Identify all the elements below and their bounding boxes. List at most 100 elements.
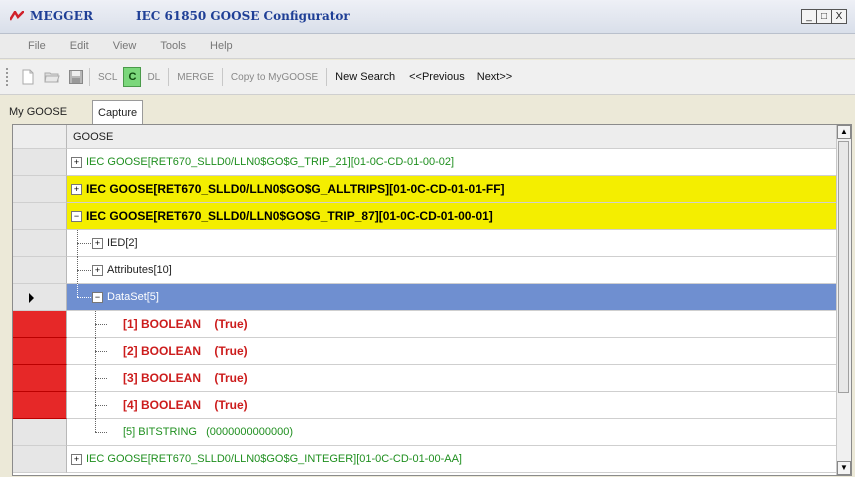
dataset-item-cell[interactable]: [1] BOOLEAN (True) (67, 311, 837, 338)
row-header[interactable] (13, 149, 67, 176)
close-button[interactable]: X (831, 9, 847, 24)
toolbar-separator (326, 68, 328, 86)
dataset-item-text: [5] BITSTRING (0000000000000) (123, 426, 293, 438)
row-header[interactable] (13, 257, 67, 284)
save-icon[interactable] (68, 69, 84, 85)
tree-node-cell[interactable]: − DataSet[5] (67, 284, 837, 311)
tree-node-label: IED[2] (107, 237, 138, 249)
dl-button[interactable]: DL (144, 72, 163, 83)
minimize-button[interactable]: _ (801, 9, 817, 24)
scroll-up-icon[interactable]: ▲ (837, 125, 851, 139)
expand-icon[interactable]: + (71, 183, 82, 195)
table-row[interactable]: [4] BOOLEAN (True) (13, 392, 837, 419)
dataset-item-cell[interactable]: [3] BOOLEAN (True) (67, 365, 837, 392)
table-row[interactable]: + IEC GOOSE[RET670_SLLD0/LLN0$GO$G_TRIP_… (13, 149, 837, 176)
toolbar-grip[interactable] (6, 68, 12, 86)
table-row[interactable]: [3] BOOLEAN (True) (13, 365, 837, 392)
merge-button[interactable]: MERGE (174, 72, 217, 83)
column-header-goose[interactable]: GOOSE (67, 125, 837, 149)
tree-connector (95, 351, 107, 352)
open-folder-icon[interactable] (44, 69, 60, 85)
tree-connector (95, 419, 96, 432)
table-row[interactable]: + IED[2] (13, 230, 837, 257)
vertical-scrollbar[interactable]: ▲ ▼ (836, 125, 851, 475)
expand-icon[interactable]: + (71, 156, 82, 168)
tree-connector (77, 297, 91, 298)
row-header-alarm[interactable] (13, 311, 67, 338)
goose-cell[interactable]: + IEC GOOSE[RET670_SLLD0/LLN0$GO$G_TRIP_… (67, 149, 837, 176)
scl-button[interactable]: SCL (95, 72, 120, 83)
goose-cell[interactable]: + IEC GOOSE[RET670_SLLD0/LLN0$GO$G_INTEG… (67, 446, 837, 473)
tree-connector (95, 378, 107, 379)
row-header[interactable] (13, 284, 67, 311)
row-header[interactable] (13, 419, 67, 446)
collapse-icon[interactable]: − (92, 291, 103, 303)
scroll-down-icon[interactable]: ▼ (837, 461, 851, 475)
collapse-icon[interactable]: − (71, 210, 82, 222)
toolbar-separator (168, 68, 170, 86)
tree-connector (77, 270, 91, 271)
row-header[interactable] (13, 176, 67, 203)
tree-node-label: Attributes[10] (107, 264, 172, 276)
tree-connector (95, 405, 107, 406)
maximize-button[interactable]: □ (816, 9, 832, 24)
menu-help[interactable]: Help (210, 40, 233, 52)
goose-cell[interactable]: + IEC GOOSE[RET670_SLLD0/LLN0$GO$G_ALLTR… (67, 176, 837, 203)
row-header-alarm[interactable] (13, 365, 67, 392)
dataset-item-cell[interactable]: [4] BOOLEAN (True) (67, 392, 837, 419)
tab-my-goose[interactable]: My GOOSE (4, 102, 72, 122)
table-row[interactable]: [5] BITSTRING (0000000000000) (13, 419, 837, 446)
megger-logo-icon (10, 11, 24, 21)
toolbar-separator (89, 68, 90, 86)
table-row[interactable]: + IEC GOOSE[RET670_SLLD0/LLN0$GO$G_ALLTR… (13, 176, 837, 203)
expand-icon[interactable]: + (71, 453, 82, 465)
new-search-button[interactable]: New Search (332, 71, 398, 83)
grid-header-row: GOOSE (13, 125, 837, 149)
scrollbar-thumb[interactable] (838, 141, 849, 393)
next-button[interactable]: Next>> (474, 71, 515, 83)
previous-button[interactable]: <<Previous (406, 71, 468, 83)
window-title: IEC 61850 GOOSE Configurator (136, 9, 350, 23)
row-header[interactable] (13, 230, 67, 257)
capture-c-button[interactable]: C (123, 67, 142, 87)
table-row[interactable]: [2] BOOLEAN (True) (13, 338, 837, 365)
dataset-item-text: [4] BOOLEAN (True) (123, 398, 248, 412)
goose-cell[interactable]: − IEC GOOSE[RET670_SLLD0/LLN0$GO$G_TRIP_… (67, 203, 837, 230)
row-header[interactable] (13, 446, 67, 473)
row-header-alarm[interactable] (13, 338, 67, 365)
dataset-item-cell[interactable]: [5] BITSTRING (0000000000000) (67, 419, 837, 446)
tab-strip: My GOOSE Capture (0, 100, 855, 125)
row-header[interactable] (13, 203, 67, 230)
menu-tools[interactable]: Tools (160, 40, 186, 52)
expand-icon[interactable]: + (92, 237, 103, 249)
row-header-corner (13, 125, 67, 149)
table-row[interactable]: + Attributes[10] (13, 257, 837, 284)
tree-connector (95, 432, 107, 433)
menu-view[interactable]: View (113, 40, 137, 52)
menu-bar: File Edit View Tools Help (0, 34, 855, 59)
table-row[interactable]: [1] BOOLEAN (True) (13, 311, 837, 338)
goose-grid: GOOSE + IEC GOOSE[RET670_SLLD0/LLN0$GO$G… (12, 124, 852, 476)
tree-node-label: DataSet[5] (107, 291, 159, 303)
title-bar: MEGGER IEC 61850 GOOSE Configurator _ □ … (0, 0, 855, 34)
tree-node-cell[interactable]: + IED[2] (67, 230, 837, 257)
dataset-item-text: [3] BOOLEAN (True) (123, 371, 248, 385)
copy-to-mygoose-button[interactable]: Copy to MyGOOSE (228, 72, 321, 83)
table-row[interactable]: + IEC GOOSE[RET670_SLLD0/LLN0$GO$G_INTEG… (13, 446, 837, 473)
dataset-item-cell[interactable]: [2] BOOLEAN (True) (67, 338, 837, 365)
new-file-icon[interactable] (20, 69, 36, 85)
dataset-item-text: [1] BOOLEAN (True) (123, 317, 248, 331)
menu-file[interactable]: File (28, 40, 46, 52)
table-row-selected[interactable]: − DataSet[5] (13, 284, 837, 311)
toolbar-separator (221, 68, 223, 86)
expand-icon[interactable]: + (92, 264, 103, 276)
goose-entry-text: IEC GOOSE[RET670_SLLD0/LLN0$GO$G_TRIP_21… (86, 156, 455, 168)
menu-edit[interactable]: Edit (70, 40, 89, 52)
tree-connector (77, 243, 91, 244)
tab-capture[interactable]: Capture (92, 100, 144, 125)
table-row[interactable]: − IEC GOOSE[RET670_SLLD0/LLN0$GO$G_TRIP_… (13, 203, 837, 230)
goose-entry-text: IEC GOOSE[RET670_SLLD0/LLN0$GO$G_TRIP_87… (86, 209, 493, 223)
tree-node-cell[interactable]: + Attributes[10] (67, 257, 837, 284)
row-header-alarm[interactable] (13, 392, 67, 419)
app-brand: MEGGER (30, 9, 94, 23)
